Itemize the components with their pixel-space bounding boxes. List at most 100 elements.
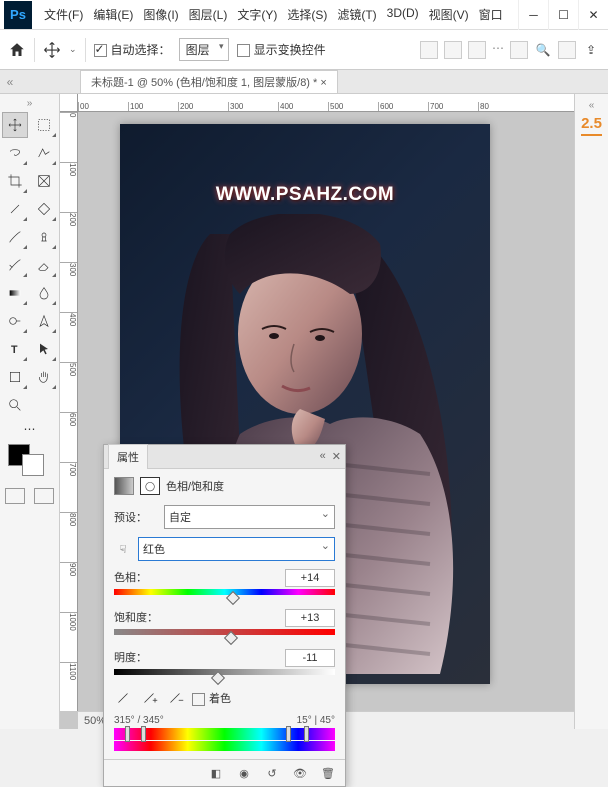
align-icons: ⋯ 🔍 ⇪ — [420, 41, 600, 59]
toolbox: » T ⋯ — [0, 94, 60, 729]
menu-window[interactable]: 窗口 — [475, 2, 507, 27]
eraser-tool[interactable] — [31, 252, 57, 278]
lightness-value[interactable]: -11 — [285, 649, 335, 667]
frame-tool[interactable] — [31, 168, 57, 194]
screen-mode — [0, 484, 59, 504]
eyedropper-tool[interactable] — [2, 196, 28, 222]
clip-icon[interactable]: ◧ — [207, 765, 225, 781]
color-range-bar[interactable] — [114, 728, 335, 740]
saturation-slider[interactable] — [114, 629, 335, 639]
type-tool[interactable]: T — [2, 336, 28, 362]
menu-3d[interactable]: 3D(D) — [383, 2, 423, 27]
eyedropper-sub-icon[interactable] — [166, 689, 184, 707]
brush-tool[interactable] — [2, 224, 28, 250]
share-icon[interactable]: ⇪ — [582, 41, 600, 59]
stamp-tool[interactable] — [31, 224, 57, 250]
document-tabbar: « 未标题-1 @ 50% (色相/饱和度 1, 图层蒙版/8) * × — [0, 70, 608, 94]
move-tool-icon[interactable] — [43, 41, 61, 59]
document-tab[interactable]: 未标题-1 @ 50% (色相/饱和度 1, 图层蒙版/8) * × — [80, 70, 338, 93]
zoom-tool[interactable] — [2, 392, 28, 418]
app-logo: Ps — [4, 1, 32, 29]
quick-select-tool[interactable] — [31, 140, 57, 166]
channel-select[interactable]: 红色 — [138, 537, 335, 561]
background-swatch[interactable] — [22, 454, 44, 476]
shape-tool[interactable] — [2, 364, 28, 390]
scrubby-hand-icon[interactable]: ☟ — [114, 540, 132, 558]
eyedropper-add-icon[interactable] — [140, 689, 158, 707]
align-3-icon[interactable] — [468, 41, 486, 59]
panel-header[interactable]: 属性 « ✕ — [104, 445, 345, 469]
menu-filter[interactable]: 滤镜(T) — [333, 2, 380, 27]
search-icon[interactable]: 🔍 — [534, 41, 552, 59]
ruler-horizontal[interactable]: 0010020030040050060070080 — [78, 94, 574, 112]
properties-panel: 属性 « ✕ ◯ 色相/饱和度 预设： 自定 ☟ 红色 色相：+14 — [103, 444, 346, 787]
panel-footer: ◧ ◉ ↺ 👁 🗑 — [104, 759, 345, 786]
adjustment-thumb-icon — [114, 477, 134, 495]
preset-select[interactable]: 自定 — [164, 505, 335, 529]
auto-select-target[interactable]: 图层 — [179, 38, 229, 61]
maximize-button[interactable]: ☐ — [548, 0, 578, 30]
menu-select[interactable]: 选择(S) — [283, 2, 331, 27]
move-tool[interactable] — [2, 112, 28, 138]
close-button[interactable]: ✕ — [578, 0, 608, 30]
edit-toolbar-icon[interactable]: ⋯ — [2, 420, 57, 438]
dodge-tool[interactable] — [2, 308, 28, 334]
adjustment-name: 色相/饱和度 — [166, 478, 224, 494]
minimize-button[interactable]: ─ — [518, 0, 548, 30]
lightness-slider[interactable] — [114, 669, 335, 679]
tab-chevron-icon[interactable]: « — [0, 75, 20, 89]
saturation-value[interactable]: +13 — [285, 609, 335, 627]
colorize-checkbox[interactable] — [192, 693, 205, 706]
crop-tool[interactable] — [2, 168, 28, 194]
menu-file[interactable]: 文件(F) — [40, 2, 87, 27]
visibility-icon[interactable]: 👁 — [291, 765, 309, 781]
marquee-tool[interactable] — [31, 112, 57, 138]
panel-tab[interactable]: 属性 — [108, 444, 148, 469]
preview-icon[interactable]: ◉ — [235, 765, 253, 781]
menu-view[interactable]: 视图(V) — [425, 2, 473, 27]
right-chevron-icon[interactable]: « — [575, 100, 608, 111]
mask-thumb-icon: ◯ — [140, 477, 160, 495]
window-controls: ─ ☐ ✕ — [518, 0, 608, 30]
svg-text:T: T — [11, 344, 18, 356]
hue-label: 色相： — [114, 569, 147, 587]
hue-value[interactable]: +14 — [285, 569, 335, 587]
align-2-icon[interactable] — [444, 41, 462, 59]
trash-icon[interactable]: 🗑 — [319, 765, 337, 781]
menu-layer[interactable]: 图层(L) — [185, 2, 232, 27]
right-value[interactable]: 2.5 — [581, 115, 602, 136]
heal-tool[interactable] — [31, 196, 57, 222]
history-brush-tool[interactable] — [2, 252, 28, 278]
hand-tool[interactable] — [31, 364, 57, 390]
panel-collapse-icon[interactable]: « — [320, 450, 326, 463]
workspace-icon[interactable] — [558, 41, 576, 59]
quickmask-icon[interactable] — [5, 488, 25, 504]
pen-tool[interactable] — [31, 308, 57, 334]
3d-mode-icon[interactable] — [510, 41, 528, 59]
menu-image[interactable]: 图像(I) — [139, 2, 182, 27]
panel-close-icon[interactable]: ✕ — [332, 450, 341, 463]
show-transform-checkbox[interactable] — [237, 44, 250, 57]
home-icon[interactable] — [8, 41, 26, 59]
path-select-tool[interactable] — [31, 336, 57, 362]
show-transform-label: 显示变换控件 — [254, 43, 326, 57]
reset-icon[interactable]: ↺ — [263, 765, 281, 781]
watermark-text: WWW.PSAHZ.COM — [216, 184, 395, 206]
align-1-icon[interactable] — [420, 41, 438, 59]
gradient-tool[interactable] — [2, 280, 28, 306]
auto-select-checkbox[interactable] — [94, 44, 107, 57]
colorize-label: 着色 — [209, 693, 231, 705]
color-swatches[interactable] — [0, 440, 59, 484]
ruler-vertical[interactable]: 010020030040050060070080090010001100 — [60, 112, 78, 711]
auto-select-label: 自动选择： — [111, 43, 171, 57]
lasso-tool[interactable] — [2, 140, 28, 166]
blur-tool[interactable] — [31, 280, 57, 306]
hue-slider[interactable] — [114, 589, 335, 599]
saturation-label: 饱和度： — [114, 609, 158, 627]
eyedropper-set-icon[interactable] — [114, 689, 132, 707]
menu-edit[interactable]: 编辑(E) — [89, 2, 137, 27]
toolbox-chevron[interactable]: » — [0, 98, 59, 110]
menu-type[interactable]: 文字(Y) — [233, 2, 281, 27]
lightness-label: 明度： — [114, 649, 147, 667]
screenmode-icon[interactable] — [34, 488, 54, 504]
